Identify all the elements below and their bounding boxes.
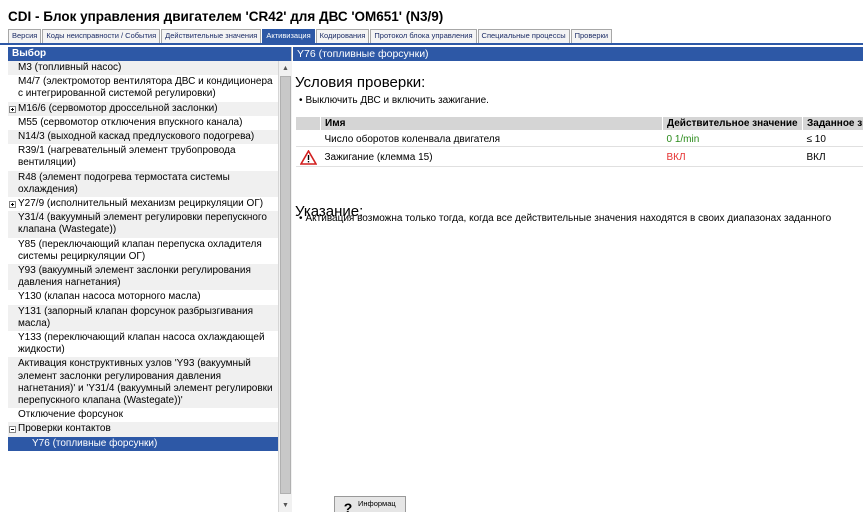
tree-item-label: Проверки контактов: [18, 423, 111, 435]
scroll-down-arrow-icon[interactable]: ▼: [279, 498, 292, 512]
tree-item[interactable]: Проверки контактов: [8, 422, 278, 437]
tree-item[interactable]: Y93 (вакуумный элемент заслонки регулиро…: [8, 264, 278, 291]
conditions-text: Выключить ДВС и включить зажигание.: [293, 95, 863, 106]
component-tree: M3 (топливный насос) M4/7 (электромотор в…: [8, 61, 278, 512]
tree-item-label: Y131 (запорный клапан форсунок разбрызги…: [18, 305, 254, 329]
tree-item-label: Y76 (топливные форсунки): [32, 437, 158, 449]
tree-item-label: R39/1 (нагревательный элемент трубопрово…: [18, 145, 236, 169]
tab-3[interactable]: Действительные значения: [161, 29, 262, 43]
collapse-icon[interactable]: [9, 426, 16, 434]
tree-item[interactable]: R39/1 (нагревательный элемент трубопрово…: [8, 144, 278, 170]
row-actual-value: ВКЛ: [662, 146, 803, 167]
scrollbar-thumb[interactable]: [280, 76, 291, 494]
expand-icon[interactable]: [9, 201, 16, 209]
row-target-value: ≤ 10: [802, 130, 863, 147]
info-button[interactable]: ? Информац: [334, 496, 406, 512]
tree-item[interactable]: M4/7 (электромотор вентилятора ДВС и кон…: [8, 75, 278, 101]
row-status-cell: [295, 146, 321, 167]
tree-item[interactable]: M16/6 (сервомотор дроссельной заслонки): [8, 101, 278, 116]
tree-item-label: M16/6 (сервомотор дроссельной заслонки): [18, 102, 218, 114]
hint-text: Активация возможна только тогда, когда в…: [293, 213, 832, 224]
tree-item-label: Y27/9 (исполнительный механизм рециркуля…: [18, 198, 264, 210]
column-header-name: Имя: [320, 116, 663, 131]
tab-4[interactable]: Активизация: [262, 29, 315, 43]
conditions-title: Условия проверки:: [295, 74, 426, 91]
tab-1[interactable]: Версия: [8, 29, 42, 43]
tree-item-label: Y31/4 (вакуумный элемент регулировки пер…: [18, 212, 267, 236]
tab-6[interactable]: Протокол блока управления: [370, 29, 477, 43]
tree-item[interactable]: Y130 (клапан насоса моторного масла): [8, 290, 278, 304]
warning-icon: [299, 150, 317, 165]
tree-item[interactable]: M55 (сервомотор отключения впускного кан…: [8, 116, 278, 130]
window-title: CDI - Блок управления двигателем 'CR42' …: [0, 0, 863, 28]
detail-header: Y76 (топливные форсунки): [293, 47, 863, 61]
column-header-target: Заданное зн: [802, 116, 863, 131]
tree-item[interactable]: Y31/4 (вакуумный элемент регулировки пер…: [8, 211, 278, 238]
detail-panel: Y76 (топливные форсунки) Условия проверк…: [293, 47, 863, 512]
row-actual-value: 0 1/min: [662, 130, 803, 147]
selection-header: Выбор: [8, 47, 291, 61]
tree-item[interactable]: R48 (элемент подогрева термостата систем…: [8, 170, 278, 198]
tab-7[interactable]: Специальные процессы: [477, 29, 570, 43]
conditions-table: Имя Действительное значение Заданное зн …: [295, 116, 863, 167]
tree-item-label: Отключение форсунок: [18, 409, 123, 421]
table-row: Число оборотов коленвала двигателя 0 1/mi…: [295, 130, 863, 147]
row-target-value: ВКЛ: [802, 146, 863, 167]
tree-item-label: Y130 (клапан насоса моторного масла): [18, 291, 201, 303]
tree-item[interactable]: N14/3 (выходной каскад предлускового под…: [8, 130, 278, 145]
tree-item-label: M4/7 (электромотор вентилятора ДВС и кон…: [18, 76, 273, 100]
selection-panel: Выбор M3 (топливный насос) M4/7 (электром…: [8, 47, 292, 512]
tree-item[interactable]: Активация конструктивных узлов 'Y93 (вак…: [8, 357, 278, 409]
table-icon-column-header: [295, 116, 321, 131]
tab-bar: Версия Коды неисправности / События Действ…: [0, 29, 863, 45]
tree-item[interactable]: Y76 (топливные форсунки): [8, 436, 278, 451]
row-status-cell: [295, 130, 321, 147]
tree-item-label: Y93 (вакуумный элемент заслонки регулиро…: [18, 265, 251, 289]
tab-8[interactable]: Проверки: [570, 29, 613, 43]
tree-item-label: M3 (топливный насос): [18, 62, 122, 73]
tree-item-label: M55 (сервомотор отключения впускного кан…: [18, 116, 243, 128]
tree-scrollbar[interactable]: ▲ ▼: [278, 61, 292, 512]
tree-item[interactable]: Y27/9 (исполнительный механизм рециркуля…: [8, 197, 278, 211]
tab-2[interactable]: Коды неисправности / События: [42, 29, 161, 43]
row-name: Число оборотов коленвала двигателя: [320, 130, 663, 147]
row-name: Зажигание (клемма 15): [320, 146, 663, 167]
tree-item[interactable]: Y85 (переключающий клапан перепуска охла…: [8, 238, 278, 264]
tree-item[interactable]: Y131 (запорный клапан форсунок разбрызги…: [8, 304, 278, 332]
tree-item-label: R48 (элемент подогрева термостата систем…: [18, 171, 230, 195]
tab-5[interactable]: Кодирования: [315, 29, 370, 43]
question-icon: ?: [343, 500, 353, 512]
expand-icon[interactable]: [9, 105, 16, 113]
tree-item-label: Y133 (переключающий клапан насоса охлажд…: [18, 332, 265, 356]
scroll-up-arrow-icon[interactable]: ▲: [279, 61, 292, 75]
tree-item[interactable]: M3 (топливный насос): [8, 61, 278, 76]
tree-item[interactable]: Y133 (переключающий клапан насоса охлажд…: [8, 331, 278, 357]
tree-item-label: N14/3 (выходной каскад предлускового под…: [18, 131, 255, 143]
table-row: Зажигание (клемма 15) ВКЛ ВКЛ: [295, 146, 863, 167]
tree-item-label: Y85 (переключающий клапан перепуска охла…: [18, 238, 262, 262]
tree-item[interactable]: Отключение форсунок: [8, 408, 278, 422]
tree-item-label: Активация конструктивных узлов 'Y93 (вак…: [18, 358, 273, 407]
info-button-label: Информац: [358, 499, 396, 508]
column-header-actual: Действительное значение: [662, 116, 803, 131]
